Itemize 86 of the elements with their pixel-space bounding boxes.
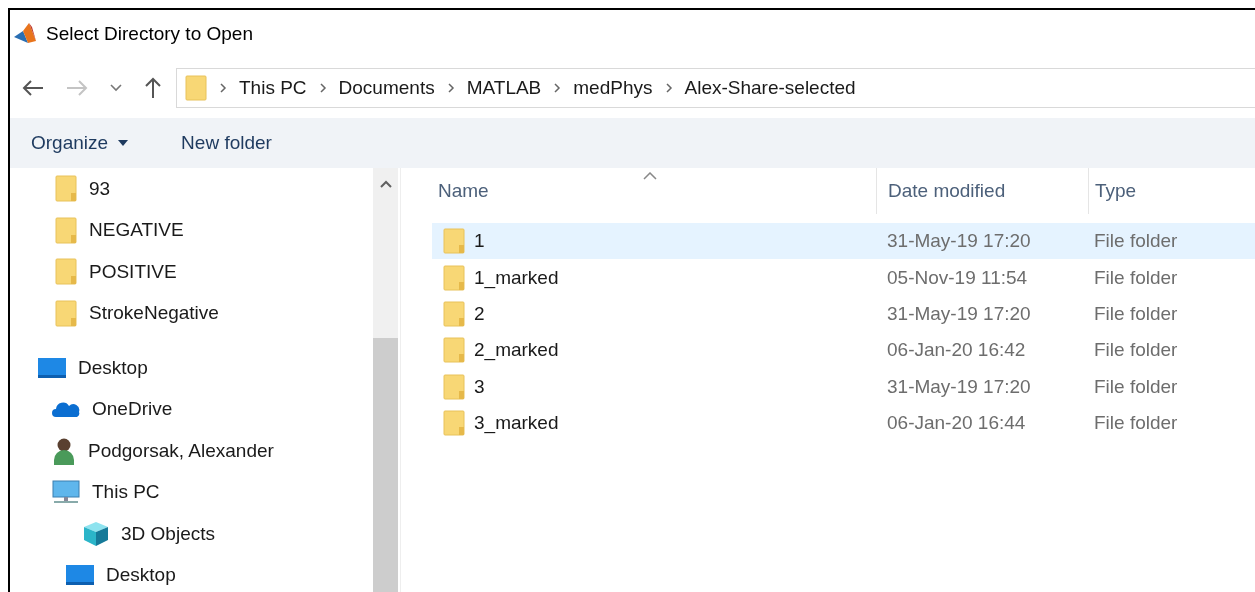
tree-item-label: OneDrive — [92, 398, 173, 421]
file-name: 3 — [474, 375, 485, 398]
tree-item[interactable]: 3D Objects — [10, 513, 373, 555]
type-cell-text: File folder — [1094, 375, 1179, 398]
chevron-icon — [553, 82, 562, 94]
chevron-icon — [219, 82, 227, 94]
date-cell-text: 05-Nov-19 11:54 — [887, 266, 1029, 289]
dropdown-caret-icon[interactable] — [110, 84, 122, 92]
breadcrumb[interactable]: Alex-Share-selected — [684, 77, 856, 99]
file-row[interactable]: 1 31-May-19 17:20 File folder — [432, 223, 1255, 260]
chevron-icon — [446, 82, 455, 94]
file-name: 3_marked — [474, 412, 559, 435]
scrollbar-thumb[interactable] — [373, 338, 398, 592]
type-cell-text: File folder — [1094, 266, 1179, 289]
folder-icon — [55, 216, 77, 244]
tree-item-label: NEGATIVE — [89, 219, 184, 242]
tree-item-label: StrokeNegative — [89, 302, 219, 325]
tree-item-label: POSITIVE — [89, 260, 177, 283]
organize-button[interactable]: Organize — [29, 128, 132, 158]
type-cell-text: File folder — [1094, 302, 1179, 325]
folder-icon — [443, 373, 465, 400]
tree-item[interactable]: NEGATIVE — [10, 209, 373, 251]
tree-item[interactable]: Podgorsak, Alexander — [10, 430, 373, 472]
folder-icon — [443, 410, 465, 437]
date-cell-text: 31-May-19 17:20 — [887, 302, 1032, 325]
date-cell-text: 31-May-19 17:20 — [887, 375, 1032, 398]
tree-item-label: 3D Objects — [121, 522, 215, 545]
address-bar[interactable]: This PC Documents MATLAB medPhys Alex-Share-selected — [176, 68, 1255, 108]
sort-ascending-icon — [643, 172, 657, 180]
tree-item[interactable]: Desktop — [10, 554, 373, 592]
breadcrumb[interactable]: MATLAB — [466, 77, 542, 99]
tree-item-label: Desktop — [106, 564, 176, 587]
file-row[interactable]: 2_marked 06-Jan-20 16:42 File folder — [432, 332, 1255, 369]
folder-icon — [443, 264, 465, 291]
chevron-icon — [318, 82, 327, 94]
monitor-icon — [38, 356, 66, 379]
folder-icon — [55, 175, 77, 203]
column-header[interactable]: Name — [432, 168, 877, 214]
folder-icon — [55, 299, 77, 327]
tree-item-label: Podgorsak, Alexander — [88, 439, 274, 462]
scrollbar[interactable] — [373, 168, 398, 592]
column-header[interactable]: Type — [1089, 168, 1255, 214]
type-cell-text: File folder — [1094, 230, 1179, 253]
scroll-up-icon[interactable] — [379, 180, 392, 188]
back-arrow-icon[interactable] — [22, 79, 44, 97]
dropdown-caret-icon — [117, 139, 130, 147]
breadcrumb[interactable]: This PC — [239, 77, 307, 99]
file-name: 2_marked — [474, 339, 559, 362]
chevron-icon — [664, 82, 673, 94]
tree-item[interactable]: 93 — [10, 168, 373, 210]
folder-icon — [443, 300, 465, 327]
folder-icon — [55, 258, 77, 286]
tree-item-label: 93 — [89, 177, 111, 200]
window-title: Select Directory to Open — [46, 23, 253, 45]
computer-icon — [52, 480, 80, 505]
type-cell-text: File folder — [1094, 339, 1179, 362]
type-cell-text: File folder — [1094, 412, 1179, 435]
cube-icon — [83, 520, 109, 547]
tree-item[interactable]: POSITIVE — [10, 251, 373, 293]
tree-item[interactable]: This PC — [10, 471, 373, 513]
tree-item-label: Desktop — [78, 356, 148, 379]
person-icon — [52, 436, 76, 465]
new-folder-button[interactable]: New folder — [179, 128, 274, 158]
file-name: 1_marked — [474, 266, 559, 289]
column-header[interactable]: Date modified — [877, 168, 1089, 214]
file-row[interactable]: 2 31-May-19 17:20 File folder — [432, 295, 1255, 333]
folder-icon — [443, 337, 465, 364]
breadcrumb[interactable]: medPhys — [573, 77, 653, 99]
date-cell-text: 31-May-19 17:20 — [887, 230, 1032, 253]
date-cell-text: 06-Jan-20 16:42 — [887, 339, 1027, 362]
file-row[interactable]: 1_marked 05-Nov-19 11:54 File folder — [432, 259, 1255, 296]
file-row[interactable]: 3 31-May-19 17:20 File folder — [432, 368, 1255, 405]
cloud-icon — [52, 400, 80, 419]
tree-item[interactable]: Desktop — [10, 347, 373, 389]
file-name: 1 — [474, 230, 485, 253]
monitor-icon — [66, 564, 94, 587]
file-row[interactable]: 3_marked 06-Jan-20 16:44 File folder — [432, 404, 1255, 442]
file-name: 2 — [474, 302, 485, 325]
tree-item[interactable]: OneDrive — [10, 388, 373, 430]
folder-icon — [443, 228, 465, 255]
folder-icon — [185, 75, 207, 101]
date-cell-text: 06-Jan-20 16:44 — [887, 412, 1027, 435]
up-arrow-icon[interactable] — [144, 77, 162, 99]
tree-item-label: This PC — [92, 481, 160, 504]
breadcrumb[interactable]: Documents — [338, 77, 435, 99]
tree-item[interactable]: StrokeNegative — [10, 292, 373, 334]
